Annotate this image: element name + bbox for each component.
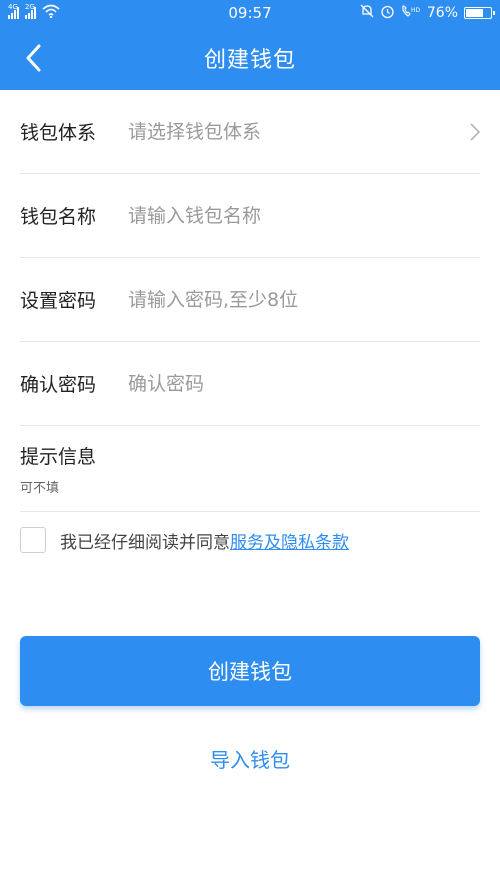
import-wallet-link[interactable]: 导入钱包 [0, 744, 500, 773]
cellular-signal-icon: 4G [8, 3, 19, 19]
create-wallet-button[interactable]: 创建钱包 [20, 636, 480, 706]
wallet-system-select[interactable] [128, 120, 460, 143]
agreement-text: 我已经仔细阅读并同意 [60, 532, 230, 553]
battery-percent: 76% [426, 5, 458, 21]
hint-optional-note: 可不填 [20, 480, 60, 496]
password-row: 设置密码 [20, 258, 480, 342]
password-input[interactable] [128, 288, 480, 311]
hd-call-icon: HD [401, 4, 421, 22]
battery-fill [466, 9, 483, 17]
chevron-left-icon [26, 44, 41, 72]
page-title: 创建钱包 [203, 48, 296, 73]
back-button[interactable] [18, 40, 48, 76]
status-bar: 4G 2G 09:57 HD 76% [0, 0, 500, 26]
status-time: 09:57 [228, 4, 272, 22]
wallet-form: 钱包体系 钱包名称 设置密码 确认密码 提示信息 可不填 [0, 90, 500, 512]
hint-label: 提示信息 [20, 445, 97, 468]
wallet-name-label: 钱包名称 [20, 206, 97, 228]
svg-text:HD: HD [411, 7, 421, 14]
wallet-system-row[interactable]: 钱包体系 [20, 90, 480, 174]
app-header: 4G 2G 09:57 HD 76% 创建钱包 [0, 0, 500, 90]
wallet-name-input[interactable] [128, 204, 480, 227]
signal-type-1: 4G [8, 3, 18, 11]
confirm-password-row: 确认密码 [20, 342, 480, 426]
password-label: 设置密码 [20, 290, 97, 312]
confirm-password-input[interactable] [128, 372, 480, 395]
chevron-right-icon[interactable] [460, 122, 480, 141]
wallet-name-row: 钱包名称 [20, 174, 480, 258]
agreement-checkbox[interactable] [20, 527, 46, 553]
battery-icon [464, 7, 495, 19]
mute-bell-icon [360, 4, 374, 22]
status-left: 4G 2G [8, 3, 60, 22]
wifi-icon [42, 4, 60, 22]
hint-row[interactable]: 提示信息 可不填 [20, 426, 480, 512]
alarm-icon [380, 4, 395, 23]
wallet-system-label: 钱包体系 [20, 122, 97, 144]
confirm-password-label: 确认密码 [20, 374, 97, 396]
status-right: HD 76% [360, 4, 495, 23]
cellular-signal-2-icon: 2G [25, 3, 36, 19]
nav-bar: 创建钱包 [0, 26, 500, 90]
agreement-row: 我已经仔细阅读并同意 服务及隐私条款 [20, 526, 480, 554]
terms-link[interactable]: 服务及隐私条款 [230, 528, 349, 553]
signal-type-2: 2G [25, 3, 35, 11]
